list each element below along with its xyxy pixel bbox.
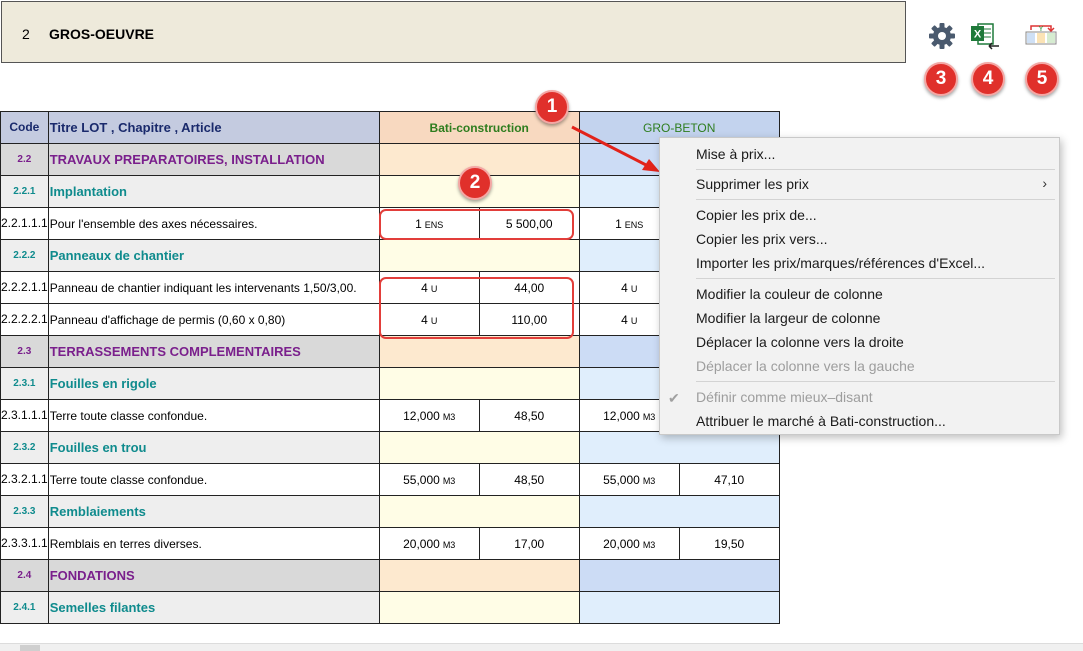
chevron-right-icon: ›	[1042, 175, 1047, 191]
menu-item-delete-prices[interactable]: Supprimer les prix	[696, 173, 809, 195]
scrollbar-thumb[interactable]	[20, 645, 40, 651]
column-context-menu: Mise à prix... Supprimer les prix › Copi…	[659, 137, 1060, 435]
menu-item-best-bidder: Définir comme mieux–disant	[696, 389, 873, 405]
menu-item-move-left: Déplacer la colonne vers la gauche	[696, 358, 915, 374]
menu-separator	[696, 381, 1055, 382]
checkmark-icon: ✔	[668, 390, 680, 406]
menu-item-award-contract[interactable]: Attribuer le marché à Bati-construction.…	[696, 410, 946, 432]
menu-separator	[696, 199, 1055, 200]
menu-item-column-color[interactable]: Modifier la couleur de colonne	[696, 283, 883, 305]
menu-item-import-excel[interactable]: Importer les prix/marques/références d'E…	[696, 252, 985, 274]
menu-separator	[696, 169, 1055, 170]
menu-item-move-right[interactable]: Déplacer la colonne vers la droite	[696, 331, 904, 353]
menu-item-column-width[interactable]: Modifier la largeur de colonne	[696, 307, 880, 329]
menu-item-set-prices[interactable]: Mise à prix...	[696, 143, 775, 165]
menu-item-copy-prices-to[interactable]: Copier les prix vers...	[696, 228, 827, 250]
menu-separator	[696, 278, 1055, 279]
callout-badge-1: 1	[535, 90, 569, 124]
callout-badge-2: 2	[458, 166, 492, 200]
menu-item-copy-prices-from[interactable]: Copier les prix de...	[696, 204, 817, 226]
